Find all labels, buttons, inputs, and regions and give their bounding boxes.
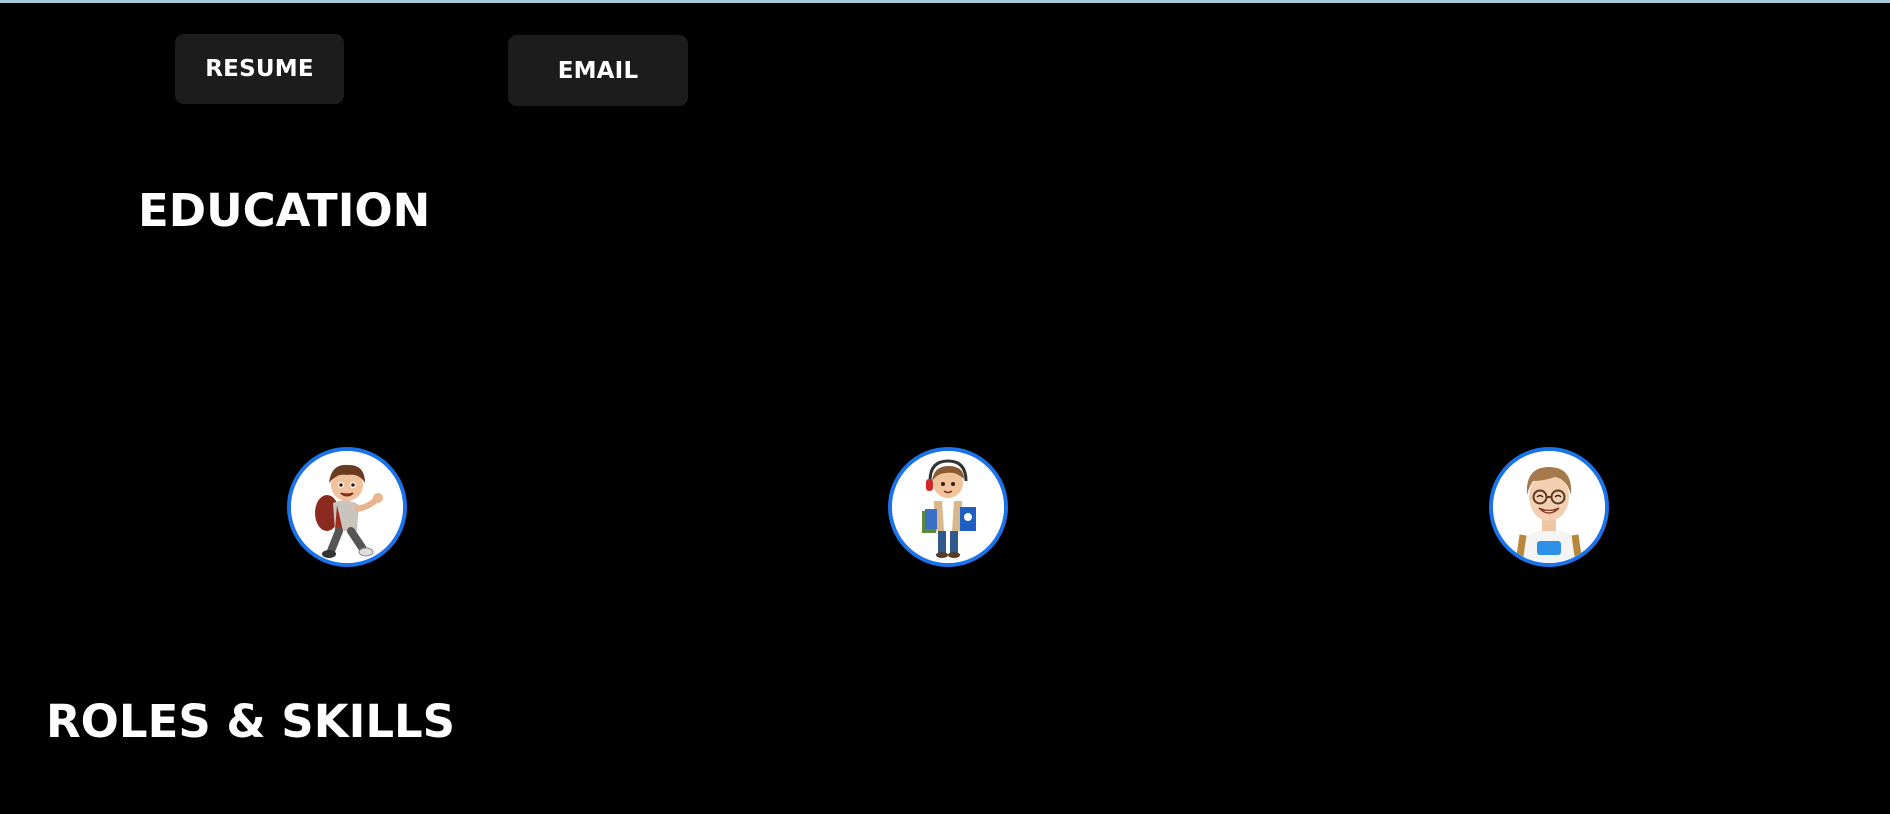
roles-skills-heading: ROLES & SKILLS: [46, 695, 456, 748]
top-border: [0, 0, 1890, 3]
student-boy-books-avatar: [888, 447, 1008, 567]
email-button[interactable]: EMAIL: [508, 35, 688, 106]
walking-boy-icon: [291, 451, 403, 563]
email-button-label: EMAIL: [557, 57, 639, 84]
resume-button[interactable]: RESUME: [175, 34, 344, 104]
student-boy-icon: [892, 451, 1004, 563]
walking-boy-backpack-avatar: [287, 447, 407, 567]
education-heading: EDUCATION: [138, 184, 431, 237]
smiling-young-man-glasses-avatar: [1489, 447, 1609, 567]
resume-button-label: RESUME: [205, 56, 314, 82]
young-man-glasses-icon: [1493, 451, 1605, 563]
